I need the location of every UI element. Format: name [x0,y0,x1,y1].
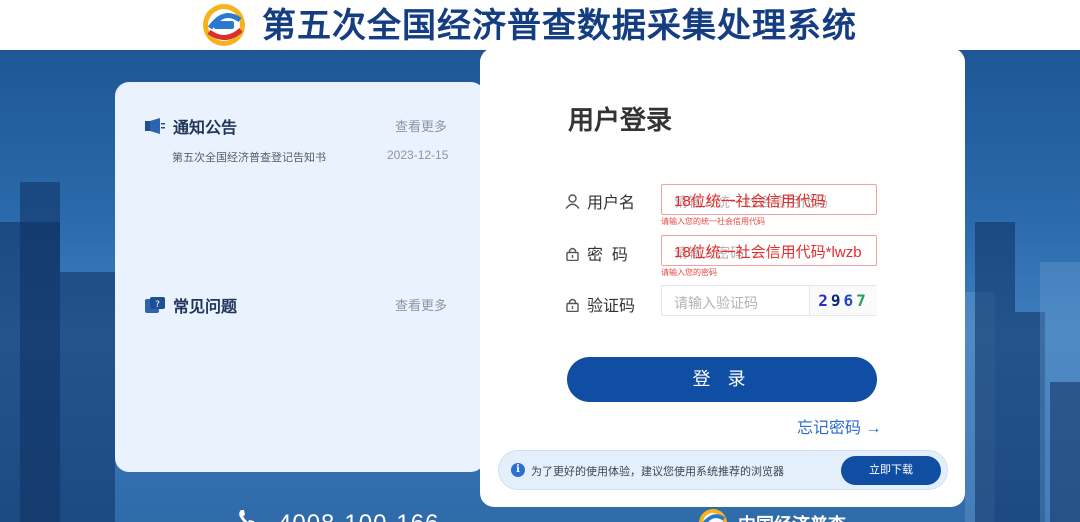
announcement-icon [145,118,165,134]
lock-icon [566,298,579,312]
census-logo-icon [203,4,245,46]
login-title: 用户登录 [568,105,673,135]
password-label: 密 码 [565,241,628,265]
census-logo-icon [699,509,727,522]
browser-tip-bar: i 为了更好的使用体验，建议您使用系统推荐的浏览器 立即下载 [498,450,948,490]
notice-item-title[interactable]: 第五次全国经济普查登记告知书 [172,149,326,165]
forgot-password-link[interactable]: 忘记密码 → [797,414,881,438]
user-icon [565,193,580,209]
browser-tip-text: 为了更好的使用体验，建议您使用系统推荐的浏览器 [531,466,784,478]
faq-icon: ? [145,297,165,313]
svg-text:?: ? [155,300,160,310]
hotline-number: 4008-100-166 [278,510,439,522]
download-button[interactable]: 立即下载 [841,456,941,485]
password-value: 18位统一社会信用代码*lwzb [674,244,862,261]
header: 第五次全国经济普查数据采集处理系统 [0,0,1080,50]
captcha-placeholder: 请输入验证码 [674,295,758,311]
system-title: 第五次全国经济普查数据采集处理系统 [262,7,857,45]
login-button[interactable]: 登 录 [567,357,877,402]
phone-icon [239,510,254,522]
notice-heading: 通知公告 [173,120,238,137]
username-hint: 请输入您的统一社会信用代码 [661,217,765,226]
captcha-label: 验证码 [565,292,635,316]
footer-brand: 中国经济普查 [738,511,846,522]
captcha-image[interactable]: 2967 [809,286,877,315]
footer: 4008-100-166 中国经济普查 [0,507,1080,522]
login-card: 用户登录 用户名 请输入统一社会信用代码 18位统一社会信用代码 请输入您的统一… [480,48,965,507]
username-input[interactable]: 请输入统一社会信用代码 18位统一社会信用代码 [661,184,877,215]
faq-more-link[interactable]: 查看更多 [395,295,447,314]
notice-more-link[interactable]: 查看更多 [395,116,447,135]
password-input[interactable]: 请输入密码 18位统一社会信用代码*lwzb [661,235,877,266]
username-label: 用户名 [565,189,635,213]
notice-item-date: 2023-12-15 [387,148,449,162]
captcha-input[interactable]: 请输入验证码 2967 [661,285,877,316]
info-icon: i [511,463,525,477]
password-hint: 请输入您的密码 [661,268,717,277]
lock-icon [566,247,579,261]
notice-card: 通知公告 查看更多 第五次全国经济普查登记告知书 2023-12-15 ? 常见… [115,82,485,472]
faq-header: ? 常见问题 [145,293,237,317]
notice-header: 通知公告 [145,114,237,138]
faq-heading: 常见问题 [173,299,238,316]
username-value: 18位统一社会信用代码 [674,193,826,210]
